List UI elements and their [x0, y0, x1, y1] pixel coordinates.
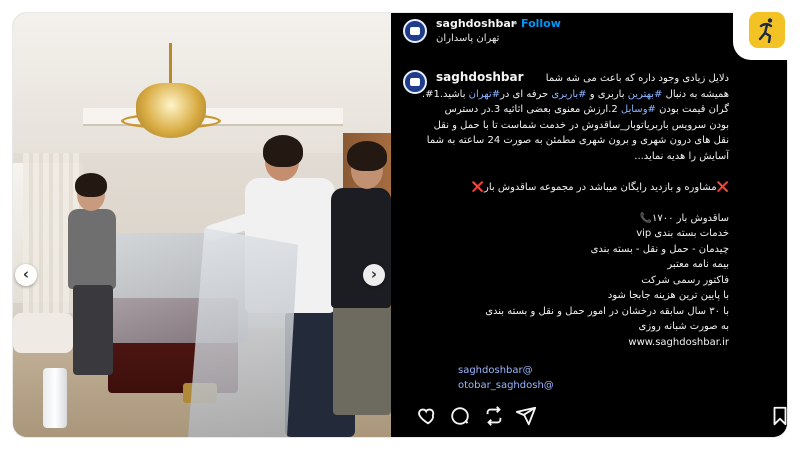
- photo-chandelier: [121, 43, 221, 153]
- caption-line: چیدمان - حمل و نقل - بسته بندی: [590, 243, 729, 255]
- post-caption: دلایل زیادی وجود داره که باعث می شه شما …: [421, 71, 729, 351]
- caption-line: فاکتور رسمی شرکت: [641, 274, 729, 286]
- caption-line: بیمه نامه معتبر: [667, 259, 729, 270]
- carousel-prev-button[interactable]: ‹: [15, 264, 37, 286]
- carousel-next-button[interactable]: ›: [363, 264, 385, 286]
- person-right-legs: [333, 305, 391, 415]
- separator-dot: •: [512, 17, 519, 30]
- caption-website[interactable]: www.saghdoshbar.ir: [429, 335, 729, 351]
- post-location[interactable]: تهران پاسداران: [436, 33, 499, 44]
- brand-badge: [733, 0, 800, 60]
- instagram-post-frame: ‹ › saghdoshbar • Follow تهران پاسداران …: [13, 13, 787, 437]
- mention-link[interactable]: otobar_saghdosh@: [458, 378, 554, 393]
- caption-line: خدمات بسته بندی vip: [636, 228, 729, 239]
- caption-line: گران قیمت بودن #وسایل 2.ارزش معنوی بعضی …: [444, 104, 729, 115]
- caption-line: نقل های درون شهری و برون شهری مطمئن به ص…: [426, 135, 729, 146]
- caption-line: با پایین ترین هزینه جابجا شود: [607, 290, 729, 301]
- person-right-body: [331, 188, 391, 308]
- follow-button[interactable]: Follow: [521, 17, 561, 30]
- caption-line: با ۳۰ سال سابقه درخشان در امور حمل و نقل…: [485, 305, 729, 317]
- photo-stretch-roll: [43, 368, 67, 428]
- photo-plastic-sheet: [188, 228, 298, 437]
- comment-icon[interactable]: [449, 405, 471, 427]
- person-left-legs: [73, 285, 113, 375]
- post-actions-bar: [405, 405, 787, 429]
- person-center-hair: [263, 135, 303, 167]
- caption-line: ساقدوش بار ۱۷۰۰📞: [639, 212, 729, 224]
- caption-blank: [429, 195, 729, 211]
- post-photo[interactable]: ‹ ›: [13, 13, 391, 437]
- heart-icon[interactable]: [417, 405, 439, 427]
- brand-logo-icon: [749, 12, 785, 48]
- bookmark-icon[interactable]: [769, 405, 787, 427]
- caption-line: دلایل زیادی وجود داره که باعث می شه شما: [545, 73, 729, 84]
- profile-avatar[interactable]: [403, 19, 427, 43]
- caption-line: همیشه به دنبال #بهترین باربری و #باربری …: [421, 88, 729, 100]
- person-left-hair: [75, 173, 107, 197]
- repost-icon[interactable]: [483, 405, 505, 427]
- caption-line: آسایش را هدیه نماید...: [634, 150, 729, 162]
- person-left-body: [68, 209, 116, 289]
- send-icon[interactable]: [515, 405, 537, 427]
- photo-cushion: [13, 313, 73, 353]
- caption-mentions: saghdoshbar@ otobar_saghdosh@: [458, 363, 554, 393]
- caption-blank: [429, 164, 729, 180]
- post-username[interactable]: saghdoshbar: [436, 17, 516, 30]
- caption-line: ❌مشاوره و بازدید رایگان میباشد در مجموعه…: [471, 181, 729, 193]
- person-right-hair: [347, 141, 387, 171]
- post-side-panel: saghdoshbar • Follow تهران پاسداران sagh…: [391, 13, 787, 437]
- mention-link[interactable]: saghdoshbar@: [458, 363, 554, 378]
- caption-line: بودن سرویس باربر‌یاتوبار_ساقدوش در خدمت …: [433, 119, 729, 131]
- caption-line: به صورت شبانه روزی: [638, 321, 729, 332]
